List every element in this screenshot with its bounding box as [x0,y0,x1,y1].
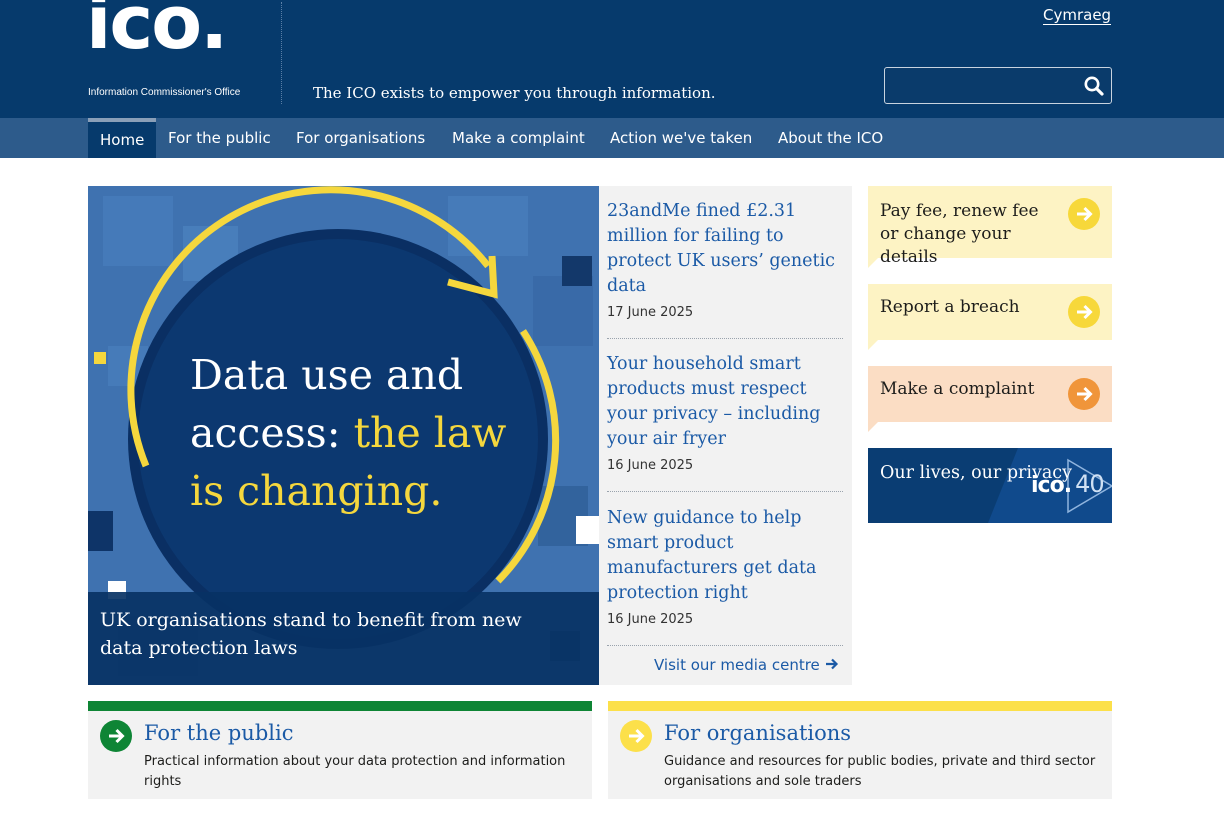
search-input[interactable] [891,73,1071,99]
media-centre-link[interactable]: Visit our media centre [654,656,839,674]
ico40-logo: ico. 40 [1031,470,1105,498]
news-title-link[interactable]: Your household smart products must respe… [607,352,843,452]
card-accent-bar [608,701,1112,711]
nav-for-organisations[interactable]: For organisations [296,118,425,158]
callout-tail [868,340,878,350]
nav-about-the-ico[interactable]: About the ICO [778,118,883,158]
logo-wordmark: ico. [86,0,228,66]
for-the-public-card[interactable]: For the public Practical information abo… [88,701,592,799]
news-date: 17 June 2025 [607,305,694,320]
news-item: 23andMe fined £2.31 million for failing … [607,199,843,320]
ico40-promo[interactable]: Our lives, our privacy ico. 40 [868,448,1112,523]
arrow-circle-icon [100,720,132,752]
arrow-circle-icon [1068,296,1100,328]
arrow-circle-icon [620,720,652,752]
hero-line-3: is changing. [190,467,443,515]
make-complaint-button[interactable]: Make a complaint [868,366,1112,432]
nav-for-the-public[interactable]: For the public [168,118,271,158]
ico40-logo-word: ico. [1031,473,1072,498]
card-accent-bar [88,701,592,711]
nav-action-taken[interactable]: Action we've taken [610,118,752,158]
report-breach-label: Report a breach [880,297,1020,317]
arrow-circle-icon [1068,198,1100,230]
nav-home[interactable]: Home [88,118,157,158]
news-item: New guidance to help smart product manuf… [607,506,843,627]
welsh-language-link[interactable]: Cymraeg [1043,6,1112,25]
site-tagline: The ICO exists to empower you through in… [313,84,716,102]
make-complaint-label: Make a complaint [880,379,1035,399]
card-title: For organisations [664,721,852,745]
nav-make-a-complaint[interactable]: Make a complaint [452,118,585,158]
site-header: ico. Information Commissioner's Office T… [0,0,1224,118]
logo-subtitle: Information Commissioner's Office [88,87,241,98]
for-organisations-card[interactable]: For organisations Guidance and resources… [608,701,1112,799]
hero-line-2-yellow: the law [353,409,507,457]
hero-headline: Data use and access: the law is changing… [190,346,506,520]
hero-caption[interactable]: UK organisations stand to benefit from n… [88,592,599,685]
news-date: 16 June 2025 [607,612,694,627]
pay-fee-label: Pay fee, renew fee or change your detail… [880,201,1039,267]
callout-tail [868,258,878,268]
news-title-link[interactable]: New guidance to help smart product manuf… [607,506,843,606]
ico40-logo-number: 40 [1075,470,1105,498]
hero-line-2: access: the law [190,404,506,462]
news-title-link[interactable]: 23andMe fined £2.31 million for failing … [607,199,843,299]
news-divider [607,491,843,492]
hero-feature[interactable]: Data use and access: the law is changing… [88,186,599,685]
hero-caption-text: UK organisations stand to benefit from n… [100,609,522,659]
pay-fee-button[interactable]: Pay fee, renew fee or change your detail… [868,186,1112,268]
arrow-circle-icon [1068,378,1100,410]
header-divider [281,2,282,104]
ico-logo[interactable]: ico. Information Commissioner's Office [86,0,258,104]
news-divider [607,645,843,646]
search-button[interactable] [1083,75,1105,97]
hero-line-2-white: access: [190,409,354,457]
callout-tail [868,422,878,432]
news-date: 16 June 2025 [607,458,694,473]
report-breach-button[interactable]: Report a breach [868,284,1112,350]
search-icon [1084,76,1104,96]
card-description: Practical information about your data pr… [144,754,566,789]
card-description: Guidance and resources for public bodies… [664,754,1096,789]
media-centre-label: Visit our media centre [654,656,820,674]
hero-line-1: Data use and [190,351,464,399]
news-item: Your household smart products must respe… [607,352,843,473]
arrow-right-icon [825,658,838,670]
main-navigation: Home For the public For organisations Ma… [0,118,1224,158]
news-divider [607,338,843,339]
search-box [884,67,1112,104]
news-panel: 23andMe fined £2.31 million for failing … [599,186,852,685]
card-title: For the public [144,721,294,745]
